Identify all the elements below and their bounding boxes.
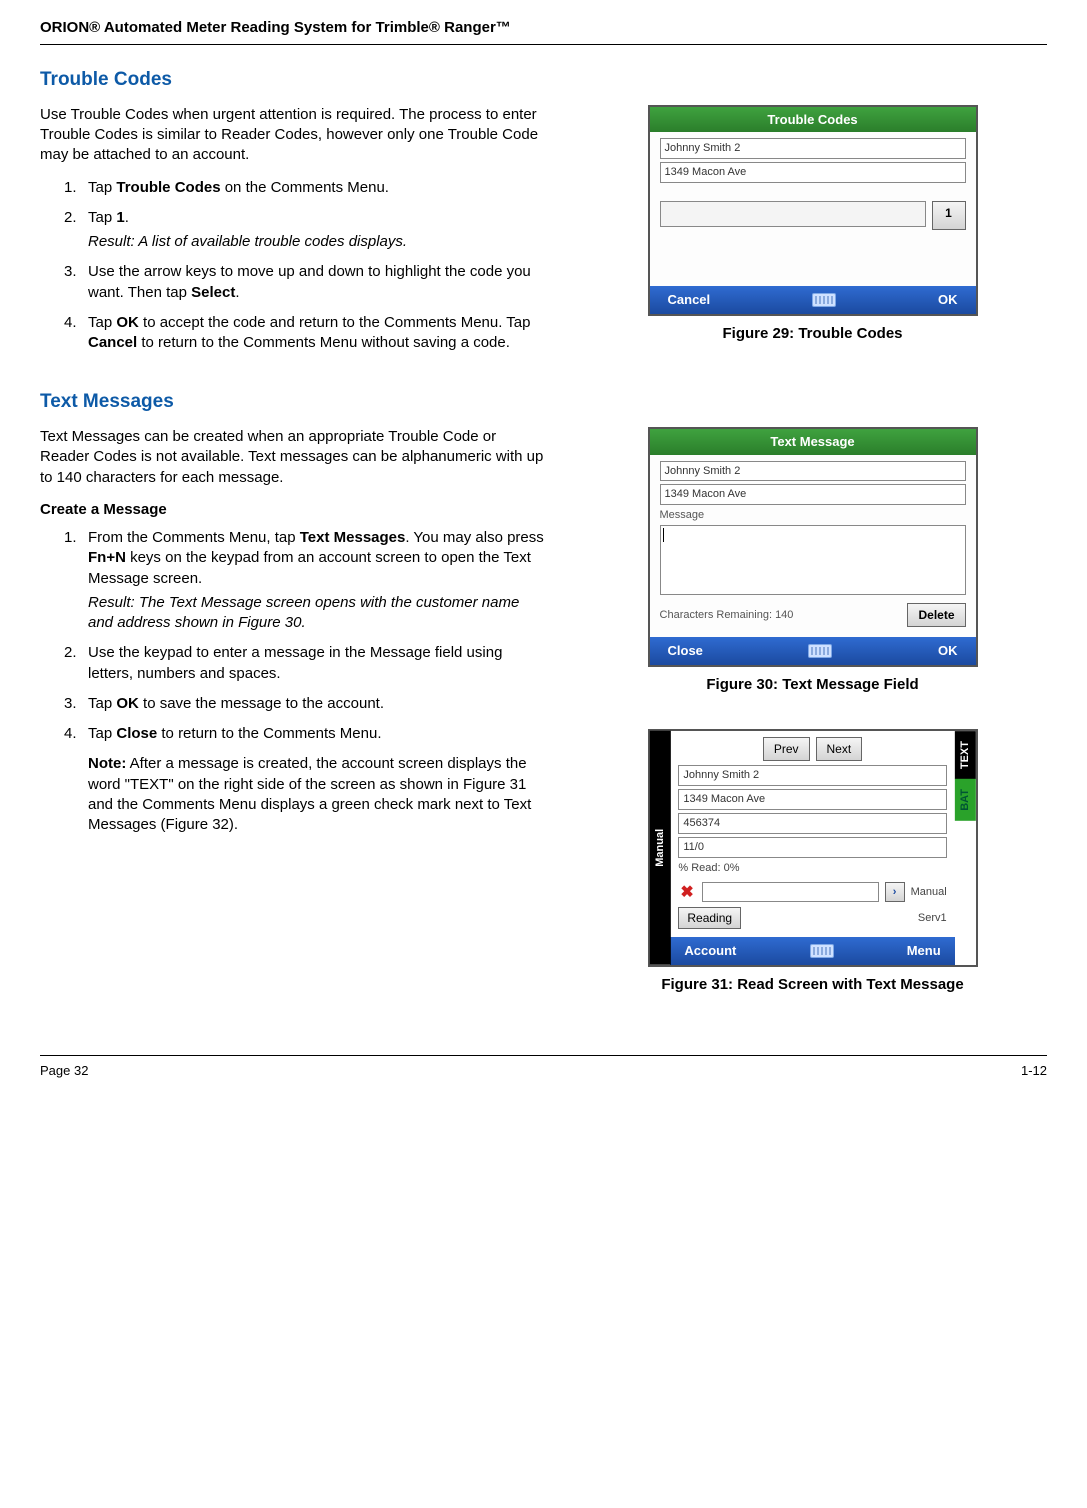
dialog-title: Trouble Codes: [650, 107, 976, 133]
name-field: Johnny Smith 2: [678, 765, 946, 786]
step-text: Use the arrow keys to move up and down t…: [88, 263, 531, 300]
step-result: Result: The Text Message screen opens wi…: [88, 593, 548, 634]
next-button[interactable]: Next: [816, 737, 863, 761]
step-result: Result: A list of available trouble code…: [88, 232, 548, 252]
note-block: Note: After a message is created, the ac…: [40, 754, 548, 835]
address-field: 1349 Macon Ave: [660, 162, 966, 183]
figure-29-caption: Figure 29: Trouble Codes: [723, 324, 903, 344]
step-number: 2.: [64, 208, 77, 228]
section-title-text-messages: Text Messages: [40, 389, 1047, 415]
prev-button[interactable]: Prev: [763, 737, 810, 761]
account-number-field: 456374: [678, 813, 946, 834]
figure-31-caption: Figure 31: Read Screen with Text Message: [661, 975, 963, 995]
step-text: Use the keypad to enter a message in the…: [88, 644, 502, 681]
ok-button[interactable]: OK: [938, 642, 958, 660]
percent-read: % Read: 0%: [678, 861, 946, 876]
cycle-field: 11/0: [678, 837, 946, 858]
reading-button[interactable]: Reading: [678, 907, 741, 929]
page-footer: Page 32 1-12: [40, 1055, 1047, 1080]
address-field: 1349 Macon Ave: [660, 484, 966, 505]
figure-29-screenshot: Trouble Codes Johnny Smith 2 1349 Macon …: [648, 105, 978, 316]
trouble-codes-intro: Use Trouble Codes when urgent attention …: [40, 105, 548, 166]
cancel-button[interactable]: Cancel: [668, 291, 711, 309]
step-text: From the Comments Menu, tap Text Message…: [88, 529, 544, 587]
dialog-title: Text Message: [650, 429, 976, 455]
keyboard-icon[interactable]: [812, 293, 836, 307]
bat-side-tab: BAT: [955, 779, 976, 821]
section-title-trouble-codes: Trouble Codes: [40, 67, 1047, 93]
account-button[interactable]: Account: [684, 942, 736, 960]
serv-label: Serv1: [918, 911, 947, 926]
keyboard-icon[interactable]: [808, 644, 832, 658]
page-number-left: Page 32: [40, 1062, 88, 1080]
manual-side-tab: Manual: [650, 731, 671, 965]
step-text: Tap 1.: [88, 209, 129, 226]
text-messages-intro: Text Messages can be created when an app…: [40, 427, 548, 488]
x-icon: ✖: [678, 882, 695, 904]
create-message-heading: Create a Message: [40, 500, 548, 520]
manual-label: Manual: [911, 885, 947, 900]
step-text: Tap OK to save the message to the accoun…: [88, 695, 384, 712]
step-text: Tap Trouble Codes on the Comments Menu.: [88, 179, 389, 196]
chars-remaining: Characters Remaining: 140: [660, 608, 794, 623]
text-side-tab: TEXT: [955, 731, 976, 779]
message-label: Message: [660, 508, 966, 523]
name-field: Johnny Smith 2: [660, 461, 966, 482]
close-button[interactable]: Close: [668, 642, 703, 660]
arrow-right-button[interactable]: ›: [885, 882, 905, 902]
step-number: 3.: [64, 262, 77, 282]
menu-button[interactable]: Menu: [907, 942, 941, 960]
step-number: 1.: [64, 178, 77, 198]
reading-input[interactable]: [702, 882, 879, 902]
step-number: 2.: [64, 643, 77, 663]
step-number: 1.: [64, 528, 77, 548]
address-field: 1349 Macon Ave: [678, 789, 946, 810]
step-text: Tap Close to return to the Comments Menu…: [88, 725, 382, 742]
code-input[interactable]: [660, 201, 926, 227]
step-number: 4.: [64, 724, 77, 744]
message-input[interactable]: [660, 525, 966, 595]
one-button[interactable]: 1: [932, 201, 966, 230]
name-field: Johnny Smith 2: [660, 138, 966, 159]
delete-button[interactable]: Delete: [907, 603, 965, 627]
page-header: ORION® Automated Meter Reading System fo…: [40, 18, 1047, 45]
step-number: 4.: [64, 313, 77, 333]
step-text: Tap OK to accept the code and return to …: [88, 314, 530, 351]
figure-31-screenshot: Manual Prev Next Johnny Smith 2 1349 Mac…: [648, 729, 978, 967]
ok-button[interactable]: OK: [938, 291, 958, 309]
keyboard-icon[interactable]: [810, 944, 834, 958]
figure-30-caption: Figure 30: Text Message Field: [706, 675, 918, 695]
step-number: 3.: [64, 694, 77, 714]
page-number-right: 1-12: [1021, 1062, 1047, 1080]
figure-30-screenshot: Text Message Johnny Smith 2 1349 Macon A…: [648, 427, 978, 667]
